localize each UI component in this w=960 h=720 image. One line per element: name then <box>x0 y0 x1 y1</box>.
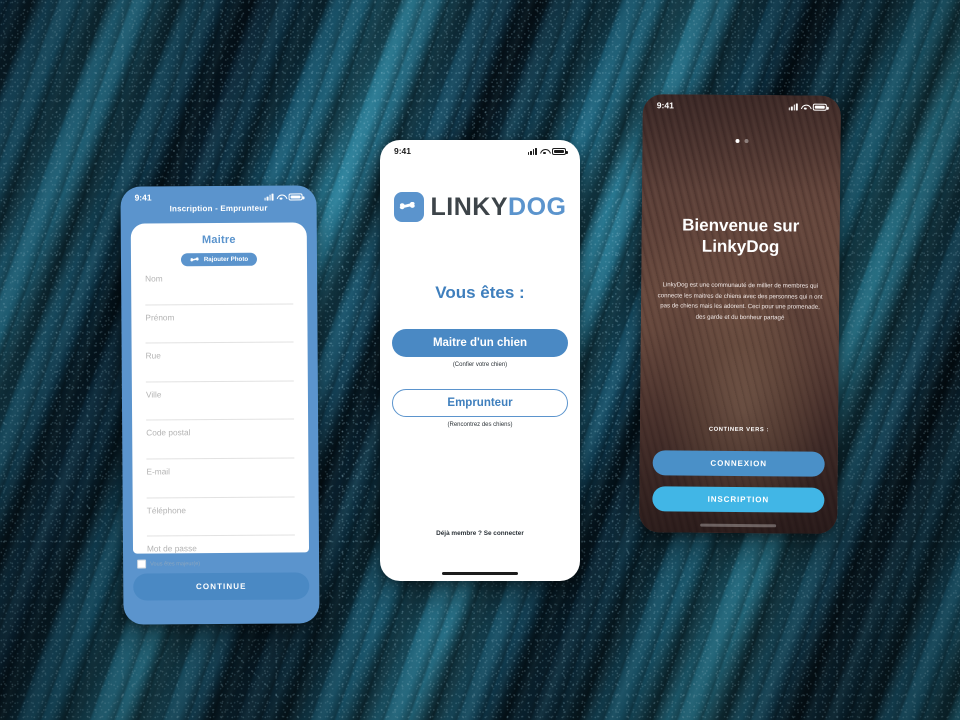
battery-icon <box>812 103 827 111</box>
input-prenom[interactable]: Prénom <box>145 304 294 344</box>
status-bar: 9:41 <box>643 94 841 118</box>
signal-bars-icon <box>788 102 798 110</box>
continue-button[interactable]: CONTINUE <box>133 572 310 601</box>
add-photo-button[interactable]: Rajouter Photo <box>180 252 258 267</box>
input-mot-de-passe[interactable]: Mot de passe <box>146 535 296 554</box>
connexion-button-label: CONNEXION <box>710 458 768 469</box>
wifi-icon <box>540 148 549 155</box>
status-bar-icons <box>264 192 303 201</box>
role-borrower-caption: (Rencontrez des chiens) <box>447 422 513 428</box>
logo-wordmark: LINKYDOG <box>431 193 567 222</box>
input-code-postal-placeholder: Code postal <box>146 427 191 438</box>
welcome-body-text: LinkyDog est une communauté de millier d… <box>657 281 823 322</box>
inscription-button-label: INSCRIPTION <box>707 494 770 505</box>
inscription-button[interactable]: INSCRIPTION <box>652 486 825 513</box>
input-nom-placeholder: Nom <box>145 273 163 284</box>
signal-bars-icon <box>264 193 274 201</box>
add-photo-label: Rajouter Photo <box>203 255 249 264</box>
existing-member-link[interactable]: Déjà membre ? Se connecter <box>380 530 580 537</box>
input-email[interactable]: E-mail <box>146 458 295 499</box>
role-borrower-button[interactable]: Emprunteur <box>392 389 568 417</box>
input-rue[interactable]: Rue <box>145 342 294 383</box>
app-logo: LINKYDOG <box>380 192 580 222</box>
status-bar: 9:41 <box>380 140 580 162</box>
status-bar-time: 9:41 <box>394 146 412 156</box>
input-nom[interactable]: Nom <box>145 265 294 306</box>
continue-button-label: CONTINUE <box>195 581 247 592</box>
connexion-button[interactable]: CONNEXION <box>652 450 825 477</box>
signal-bars-icon <box>527 147 537 155</box>
input-prenom-placeholder: Prénom <box>145 311 175 323</box>
bone-icon <box>399 202 415 210</box>
status-bar-time: 9:41 <box>656 100 674 111</box>
input-mot-de-passe-placeholder: Mot de passe <box>146 543 197 554</box>
status-bar-icons <box>527 147 568 155</box>
status-bar-time: 9:41 <box>134 192 152 203</box>
logo-mark <box>393 192 424 222</box>
logo-word-secondary: DOG <box>508 192 567 221</box>
role-owner-caption: (Confier votre chien) <box>452 362 508 368</box>
home-indicator <box>442 571 518 575</box>
welcome-title: Bienvenue sur LinkyDog <box>682 215 800 257</box>
page-title: Inscription - Emprunteur <box>169 203 268 214</box>
input-rue-placeholder: Rue <box>145 350 161 361</box>
input-telephone[interactable]: Téléphone <box>146 497 295 537</box>
screenshot-canvas: 9:41 Inscription - Emprunteur Maitre Raj… <box>0 0 960 720</box>
role-owner-label: Maitre d'un chien <box>432 337 528 349</box>
pagination-dot-active[interactable] <box>734 138 740 143</box>
role-borrower-label: Emprunteur <box>447 397 513 409</box>
battery-icon <box>288 192 303 201</box>
form-section-title: Maitre <box>201 233 236 247</box>
age-consent-label: Vous êtes majeur(e) <box>150 560 201 567</box>
pagination-dot-inactive[interactable] <box>743 139 749 144</box>
role-select-heading: Vous êtes : <box>435 283 525 302</box>
role-owner-button[interactable]: Maitre d'un chien <box>392 329 568 357</box>
input-ville[interactable]: Ville <box>145 381 295 421</box>
phone-mockup-role-select: 9:41 LINKYDOG Vous êtes : Maitre d'un ch… <box>380 140 580 581</box>
age-consent-checkbox[interactable] <box>137 559 147 569</box>
input-code-postal[interactable]: Code postal <box>146 419 295 460</box>
status-bar-icons <box>788 102 827 111</box>
signup-form-card: Maitre Rajouter Photo Nom Prénom Rue Vil… <box>130 222 310 554</box>
logo-word-primary: LINKY <box>430 192 509 221</box>
input-ville-placeholder: Ville <box>145 389 162 400</box>
battery-icon <box>552 147 568 155</box>
bone-icon <box>190 256 199 261</box>
phone-mockup-signup: 9:41 Inscription - Emprunteur Maitre Raj… <box>120 185 320 625</box>
wifi-icon <box>801 103 810 110</box>
input-telephone-placeholder: Téléphone <box>146 504 186 516</box>
phone-mockup-welcome: 9:41 Bienvenue sur LinkyDog LinkyDog est… <box>639 94 841 534</box>
input-email-placeholder: E-mail <box>146 466 171 477</box>
age-consent-row[interactable]: Vous êtes majeur(e) <box>137 559 201 569</box>
wifi-icon <box>277 193 286 200</box>
